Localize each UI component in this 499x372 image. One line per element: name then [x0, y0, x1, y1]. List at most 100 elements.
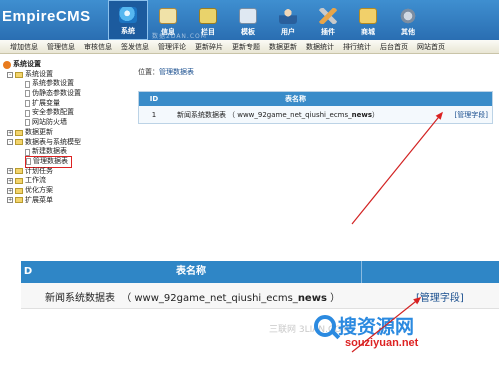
tree-item-label: 数据表与系统模型	[25, 137, 81, 146]
zoom-table-display-name: 新闻系统数据表	[45, 293, 115, 304]
zoom-table-row: 新闻系统数据表 （ www_92game_net_qiushi_ecms_new…	[21, 283, 499, 309]
nav-plugin-label: 插件	[321, 28, 335, 36]
tree-item-data-update[interactable]: + 数据更新	[3, 128, 133, 138]
collapse-icon[interactable]: -	[7, 139, 13, 146]
tree-item-rewrite-params[interactable]: 伪静态参数设置	[3, 89, 133, 99]
zoom-col-name-header: 表名称	[176, 266, 206, 277]
tree-item-data-tables[interactable]: - 数据表与系统模型	[3, 138, 133, 148]
system-globe-icon	[119, 7, 137, 23]
table-suffix: news	[351, 110, 373, 119]
nav-plugin[interactable]: 插件	[308, 0, 348, 40]
tree-item-label: 伪静态参数设置	[32, 89, 81, 98]
tree-item-security[interactable]: 安全参数配置	[3, 108, 133, 118]
breadcrumb-link[interactable]: 管理数据表	[159, 68, 194, 76]
tree-item-cron[interactable]: + 计划任务	[3, 167, 133, 177]
document-icon	[25, 90, 30, 98]
other-gear-icon	[399, 8, 417, 24]
tree-item-workflow[interactable]: + 工作流	[3, 176, 133, 186]
menu-add-info[interactable]: 增加信息	[10, 42, 38, 52]
col-name-header: 表名称	[285, 95, 306, 103]
zoom-table-prefix: （ www_92game_net_qiushi_ecms_	[121, 293, 298, 304]
table-header: ID 表名称	[139, 92, 492, 106]
folder-icon	[15, 178, 23, 185]
cell-action: [管理字段]	[422, 106, 492, 123]
tree-item-label: 网站防火墙	[32, 118, 67, 127]
manage-fields-link[interactable]: [管理字段]	[455, 110, 488, 120]
tree-item-ext-menu[interactable]: + 扩展菜单	[3, 196, 133, 206]
folder-icon	[15, 168, 23, 175]
tree-item-firewall[interactable]: 网站防火墙	[3, 118, 133, 128]
expand-icon[interactable]: +	[7, 197, 13, 204]
tree-item-optimize[interactable]: + 优化方案	[3, 186, 133, 196]
tree-item-label: 系统参数设置	[32, 79, 74, 88]
tree-item-system-params[interactable]: 系统参数设置	[3, 79, 133, 89]
menu-data-stats[interactable]: 数据统计	[306, 42, 334, 52]
tree-item-system-settings[interactable]: - 系统设置	[3, 70, 133, 80]
col-id-header: ID	[149, 95, 159, 103]
tree-item-manage-tables[interactable]: 管理数据表	[3, 155, 133, 168]
watermark-logo-text: 搜资源网	[338, 316, 415, 338]
tree-item-label: 计划任务	[25, 166, 53, 175]
zoom-manage-fields-link[interactable]: [管理字段]	[416, 289, 464, 304]
shop-cart-icon	[359, 8, 377, 24]
column-folder-icon	[199, 8, 217, 24]
tree-root-label: 系统设置	[13, 60, 41, 68]
nav-user-label: 用户	[281, 28, 295, 36]
expand-icon[interactable]: +	[7, 178, 13, 185]
nav-system[interactable]: 系统	[108, 0, 148, 40]
tree-item-ext-vars[interactable]: 扩展变量	[3, 99, 133, 109]
menu-site-home[interactable]: 网站首页	[417, 42, 445, 52]
col-action-header	[422, 92, 492, 106]
data-table: ID 表名称 1 新闻系统数据表 （ www_92game_net_qiushi…	[138, 91, 493, 124]
cell-id: 1	[151, 110, 157, 119]
nav-template-label: 模板	[241, 28, 255, 36]
nav-shop[interactable]: 商城	[348, 0, 388, 40]
nav-template[interactable]: 模板	[228, 0, 268, 40]
menu-manage-info[interactable]: 管理信息	[47, 42, 75, 52]
quick-menu-bar: 增加信息 管理信息 审核信息 签发信息 管理评论 更新碎片 更新专题 数据更新 …	[0, 40, 499, 54]
zoom-table-header: D 表名称	[21, 261, 499, 283]
magnifier-icon	[314, 314, 336, 337]
menu-data-update[interactable]: 数据更新	[269, 42, 297, 52]
plugin-tools-icon	[319, 8, 337, 24]
table-row: 1 新闻系统数据表 （ www_92game_net_qiushi_ecms_ n…	[139, 106, 492, 123]
top-header: EmpireCMS 系统 信息 栏目 模板 用户 插件 商城 其他 数据2DAN…	[0, 0, 499, 40]
menu-sign-info[interactable]: 签发信息	[121, 42, 149, 52]
breadcrumb-label: 位置：	[138, 68, 159, 76]
folder-icon	[15, 129, 23, 136]
menu-rank-stats[interactable]: 排行统计	[343, 42, 371, 52]
menu-manage-comments[interactable]: 管理评论	[158, 42, 186, 52]
document-icon	[25, 80, 30, 88]
template-window-icon	[239, 8, 257, 24]
user-person-icon	[279, 8, 297, 24]
info-notepad-icon	[159, 8, 177, 24]
menu-update-topics[interactable]: 更新专题	[232, 42, 260, 52]
expand-icon[interactable]: +	[7, 187, 13, 194]
menu-admin-home[interactable]: 后台首页	[380, 42, 408, 52]
zoom-table-close: ）	[326, 293, 341, 304]
nav-user[interactable]: 用户	[268, 0, 308, 40]
table-prefix: （ www_92game_net_qiushi_ecms_	[228, 110, 352, 119]
menu-update-fragments[interactable]: 更新碎片	[195, 42, 223, 52]
tree-item-label: 优化方案	[25, 185, 53, 194]
menu-review-info[interactable]: 审核信息	[84, 42, 112, 52]
sidebar-tree: 系统设置 - 系统设置 系统参数设置 伪静态参数设置 扩展变量 安全参数配置 网…	[3, 60, 133, 205]
nav-other-label: 其他	[401, 28, 415, 36]
arrow-to-manage-fields	[351, 112, 443, 225]
document-icon	[25, 100, 30, 108]
folder-icon	[15, 197, 23, 204]
expand-icon[interactable]: +	[7, 129, 13, 136]
folder-icon	[15, 187, 23, 194]
zoom-table-suffix: news	[297, 293, 327, 304]
cell-name: 新闻系统数据表 （ www_92game_net_qiushi_ecms_ new…	[169, 106, 422, 123]
document-icon	[25, 148, 30, 156]
tree-item-label: 扩展变量	[32, 98, 60, 107]
nav-other[interactable]: 其他	[388, 0, 428, 40]
tree-item-label: 管理数据表	[33, 156, 68, 165]
tree-item-label: 扩展菜单	[25, 195, 53, 204]
expand-icon[interactable]: +	[7, 168, 13, 175]
folder-icon	[15, 139, 23, 146]
nav-shop-label: 商城	[361, 28, 375, 36]
collapse-icon[interactable]: -	[7, 71, 13, 78]
watermark-logo: 搜资源网	[314, 312, 414, 339]
